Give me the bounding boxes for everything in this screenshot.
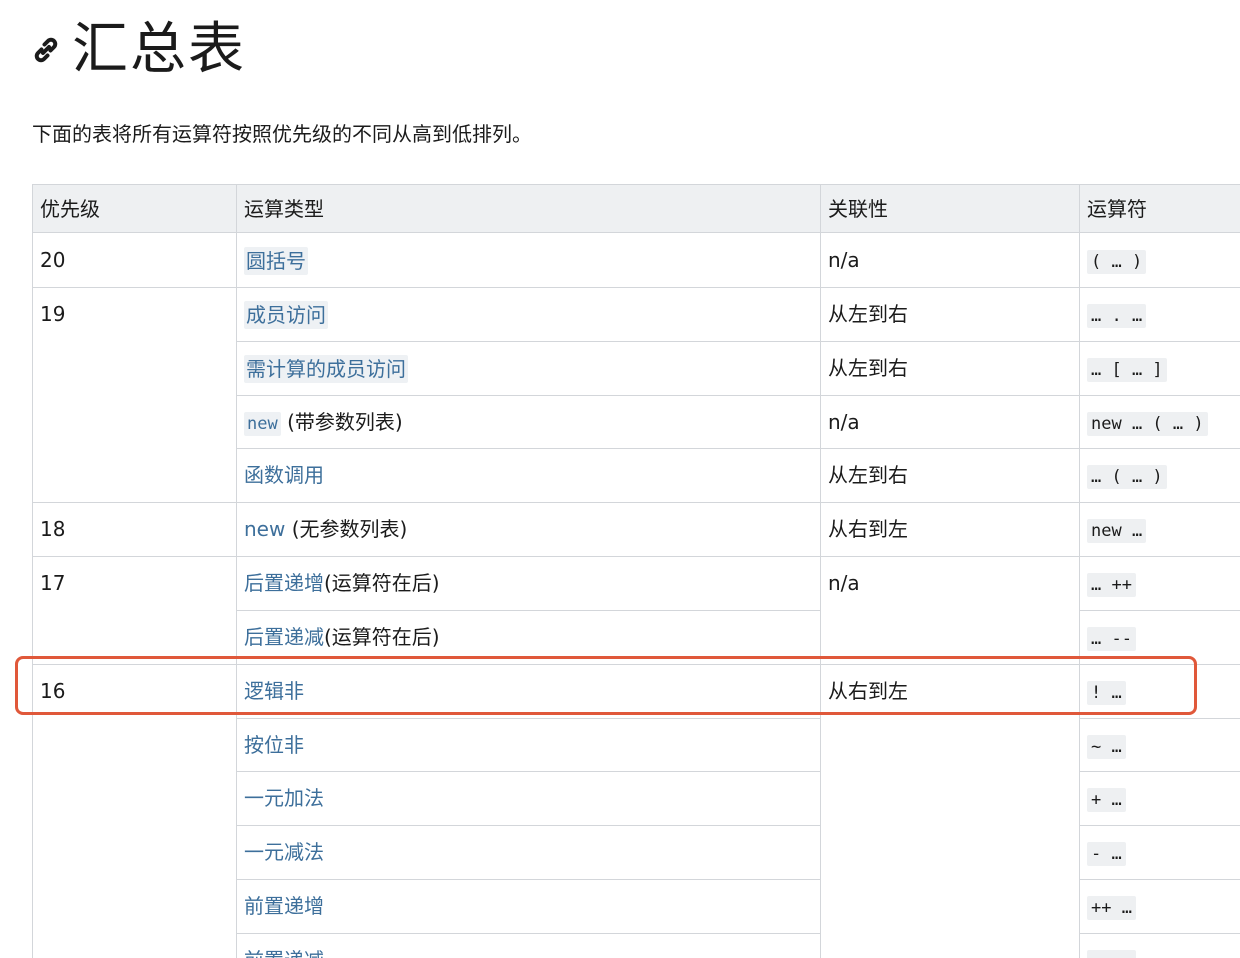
header-operator: 运算符 bbox=[1087, 197, 1147, 221]
operation-type-cell: new (带参数列表) bbox=[244, 409, 403, 437]
header-precedence: 优先级 bbox=[40, 197, 100, 221]
operation-type-link[interactable]: 前置递增 bbox=[244, 893, 324, 919]
header-operation-type: 运算类型 bbox=[244, 197, 324, 221]
operator-code: ~ … bbox=[1087, 735, 1126, 759]
intro-text: 下面的表将所有运算符按照优先级的不同从高到低排列。 bbox=[32, 122, 532, 146]
associativity-cell: 从左到右 bbox=[828, 356, 908, 380]
operator-precedence-table: 优先级 运算类型 关联性 运算符 20 圆括号 n/a ( … ) 19 成员访… bbox=[32, 184, 1240, 958]
operation-type-link[interactable]: 需计算的成员访问 bbox=[244, 355, 408, 383]
precedence-cell: 18 bbox=[40, 517, 66, 541]
operation-type-note: (运算符在后) bbox=[324, 625, 440, 649]
operator-code: … [ … ] bbox=[1087, 358, 1167, 382]
associativity-cell: 从右到左 bbox=[828, 517, 908, 541]
table-header: 优先级 运算类型 关联性 运算符 bbox=[32, 184, 1240, 233]
operation-type-link[interactable]: 函数调用 bbox=[244, 462, 324, 488]
operation-type-link[interactable]: new bbox=[244, 517, 285, 541]
operator-code: … ++ bbox=[1087, 573, 1136, 597]
header-associativity: 关联性 bbox=[828, 197, 888, 221]
operation-type-link[interactable]: 一元加法 bbox=[244, 785, 324, 811]
operation-type-link[interactable]: 后置递减 bbox=[244, 625, 324, 649]
operator-code: new … ( … ) bbox=[1087, 412, 1208, 436]
associativity-cell: 从左到右 bbox=[828, 463, 908, 487]
operator-code: + … bbox=[1087, 788, 1126, 812]
operation-type-cell: 后置递增(运算符在后) bbox=[244, 570, 440, 596]
operation-type-link[interactable]: 一元减法 bbox=[244, 839, 324, 865]
operation-type-cell: 后置递减(运算符在后) bbox=[244, 624, 440, 650]
operator-code: … -- bbox=[1087, 627, 1136, 651]
link-icon[interactable] bbox=[30, 34, 62, 66]
operator-code: … . … bbox=[1087, 304, 1147, 328]
associativity-cell: n/a bbox=[828, 571, 860, 595]
operation-type-note: (无参数列表) bbox=[291, 517, 408, 541]
section-heading: 汇总表 bbox=[30, 14, 246, 86]
operation-type-cell: new (无参数列表) bbox=[244, 516, 407, 542]
operator-code: … ( … ) bbox=[1087, 465, 1167, 489]
operator-code: ( … ) bbox=[1087, 250, 1147, 274]
operation-type-note: (运算符在后) bbox=[324, 571, 440, 595]
associativity-cell: n/a bbox=[828, 248, 860, 272]
precedence-cell: 20 bbox=[40, 248, 66, 272]
page-title: 汇总表 bbox=[72, 17, 246, 82]
operation-type-link[interactable]: 成员访问 bbox=[244, 301, 328, 329]
associativity-cell: n/a bbox=[828, 410, 860, 434]
precedence-cell: 17 bbox=[40, 571, 66, 595]
highlight-box bbox=[15, 656, 1197, 715]
operator-code: ++ … bbox=[1087, 896, 1136, 920]
precedence-cell: 19 bbox=[40, 302, 66, 326]
operation-type-link[interactable]: 按位非 bbox=[244, 732, 304, 758]
associativity-cell: 从左到右 bbox=[828, 302, 908, 326]
operation-type-link[interactable]: 前置递减 bbox=[244, 947, 324, 958]
operation-type-link[interactable]: 圆括号 bbox=[244, 247, 308, 275]
operation-type-link[interactable]: new bbox=[244, 412, 281, 436]
operation-type-note: (带参数列表) bbox=[287, 410, 403, 434]
operator-code: - … bbox=[1087, 842, 1126, 866]
operator-code: new … bbox=[1087, 519, 1147, 543]
operator-code: -- … bbox=[1087, 950, 1136, 958]
operation-type-link[interactable]: 后置递增 bbox=[244, 571, 324, 595]
